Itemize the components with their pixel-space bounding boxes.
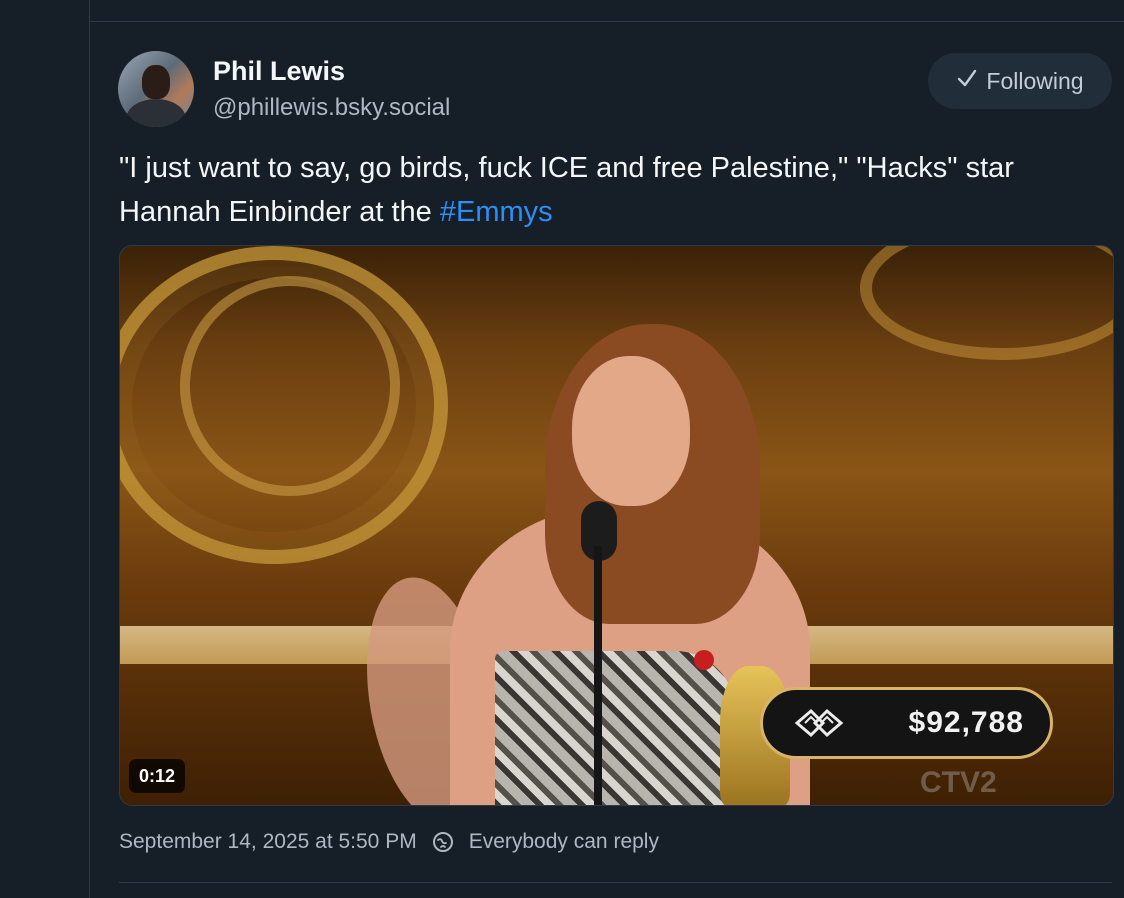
- speaker-face: [572, 356, 690, 506]
- reply-setting[interactable]: Everybody can reply: [469, 830, 659, 854]
- following-label: Following: [986, 67, 1084, 94]
- author-handle[interactable]: @phillewis.bsky.social: [213, 94, 450, 122]
- post-text-body: "I just want to say, go birds, fuck ICE …: [119, 152, 1014, 228]
- speaker-dress: [495, 651, 735, 805]
- channel-watermark: CTV2: [920, 766, 997, 799]
- red-pin: [694, 650, 714, 670]
- hashtag-link[interactable]: #Emmys: [440, 196, 553, 228]
- post-card: Phil Lewis @phillewis.bsky.social Follow…: [90, 22, 1124, 898]
- donation-overlay: $92,788: [760, 687, 1053, 759]
- avatar-face: [142, 65, 170, 99]
- boys-girls-club-logo-icon: [791, 703, 847, 743]
- avatar[interactable]: [118, 51, 194, 127]
- video-player[interactable]: $92,788 CTV2 0:12: [119, 245, 1114, 806]
- avatar-shoulders: [126, 99, 186, 127]
- following-button[interactable]: Following: [928, 53, 1112, 109]
- emmy-statue-background-right: [860, 246, 1113, 360]
- bottom-divider: [119, 882, 1112, 883]
- check-icon: [956, 67, 978, 96]
- video-duration-badge: 0:12: [129, 759, 186, 793]
- donation-amount: $92,788: [908, 706, 1024, 739]
- globe-icon: [431, 830, 455, 854]
- post-text: "I just want to say, go birds, fuck ICE …: [119, 146, 1119, 234]
- post-timestamp[interactable]: September 14, 2025 at 5:50 PM: [119, 830, 417, 854]
- left-sidebar-rail: [0, 0, 90, 898]
- author-display-name[interactable]: Phil Lewis: [213, 56, 345, 87]
- post-meta: September 14, 2025 at 5:50 PM Everybody …: [119, 830, 659, 854]
- microphone-stand: [594, 546, 602, 805]
